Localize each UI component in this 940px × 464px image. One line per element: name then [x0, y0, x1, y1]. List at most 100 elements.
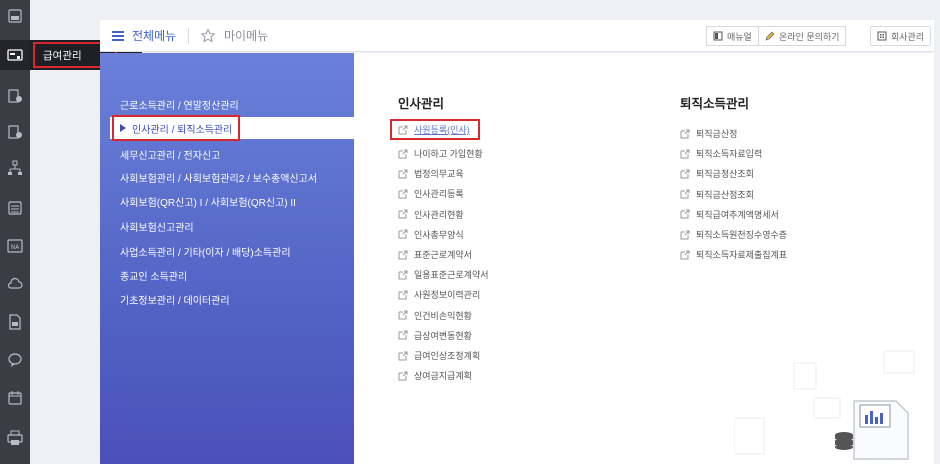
link-label: 인건비손익현황 [414, 310, 472, 321]
external-link-icon [398, 169, 408, 179]
link-label: 인사관리등록 [414, 189, 464, 200]
category-item[interactable]: 사회보험(QR신고) I / 사회보험(QR신고) II [120, 194, 296, 209]
external-link-icon [398, 209, 408, 219]
external-link-icon [680, 149, 690, 159]
link-label: 급여인상조정계획 [414, 351, 481, 361]
hr-link-item[interactable]: 법정의무교육 [398, 167, 464, 180]
selected-highlight: 인사관리 / 퇴직소득관리 [112, 115, 241, 141]
link-label: 법정의무교육 [414, 169, 464, 180]
category-item[interactable]: 근로소득관리 / 연말정산관리 [120, 97, 239, 112]
doc-tax-icon[interactable] [5, 312, 25, 332]
retire-link-item[interactable]: 퇴직소득원천징수영수증 [680, 228, 787, 241]
link-label: 표준근로계약서 [414, 250, 472, 260]
hr-link-item[interactable]: 일용표준근로계약서 [398, 268, 489, 281]
link-label: 퇴직소득자료입력 [696, 149, 763, 160]
hr-link-item[interactable]: 인사관리현황 [398, 208, 464, 221]
doc-settings-icon[interactable] [5, 86, 25, 106]
tab-my-menu[interactable]: 마이메뉴 [200, 20, 268, 51]
menu-icon [112, 30, 124, 41]
hr-column-title: 인사관리 [398, 97, 445, 111]
category-panel: 근로소득관리 / 연말정산관리 인사관리 / 퇴직소득관리 세무신고관리 / 전… [100, 53, 354, 464]
retire-column-title: 퇴직소득관리 [680, 97, 750, 111]
link-label: 인사총무양식 [414, 229, 464, 240]
link-label: 나이하고 가입현황 [414, 149, 483, 159]
external-link-icon [398, 270, 408, 280]
external-link-icon [680, 129, 690, 138]
external-link-icon [398, 125, 408, 134]
retire-link-item[interactable]: 퇴직급여추계액명세서 [680, 208, 779, 221]
hr-link-item[interactable]: 나이하고 가입현황 [398, 147, 483, 160]
external-link-icon [398, 290, 408, 300]
link-label: 인사관리현황 [414, 209, 464, 220]
retire-link-item[interactable]: 퇴직소득자료입력 [680, 147, 762, 160]
hr-link-item[interactable]: 급상여변동현황 [398, 329, 472, 342]
hr-link-item[interactable]: 급여인상조정계획 [398, 349, 480, 362]
link-label: 사원정보이력관리 [414, 290, 481, 301]
category-item-selected[interactable]: 인사관리 / 퇴직소득관리 [110, 115, 354, 141]
decorative-illustration [734, 350, 915, 460]
category-item[interactable]: 종교인 소득관리 [120, 268, 187, 283]
manual-button-label: 매뉴얼 [727, 31, 752, 42]
tab-all-menu-label: 전체메뉴 [132, 29, 177, 43]
external-link-icon [398, 229, 408, 239]
doc-settings-2-icon[interactable] [5, 122, 25, 142]
svg-text:NA: NA [11, 244, 20, 251]
menu-content: 인사관리 퇴직소득관리 사원등록(인사) 나이하고 가입현황법정의무교육인사관리등… [354, 53, 934, 464]
category-item[interactable]: 사회보험관리 / 사회보험관리2 / 보수총액신고서 [120, 170, 317, 185]
payroll-icon[interactable] [0, 40, 30, 70]
calendar-icon[interactable] [5, 388, 25, 408]
external-link-icon [680, 209, 690, 219]
link-label: 퇴직금산정조회 [696, 189, 754, 200]
hr-link-item[interactable]: 인건비손익현황 [398, 309, 472, 322]
link-label: 퇴직소득원천징수영수증 [696, 230, 788, 240]
link-label: 상여금지급계획 [414, 371, 472, 382]
book-icon [713, 31, 723, 41]
cloud-icon[interactable] [5, 274, 25, 294]
top-header: 전체메뉴 마이메뉴 매뉴얼 온라인 문의하기 회사관리 [100, 20, 934, 52]
link-label: 퇴직소득자료제출집계표 [696, 250, 788, 261]
hr-link-item[interactable]: 인사관리등록 [398, 187, 464, 200]
manual-button[interactable]: 매뉴얼 [706, 26, 759, 46]
na-icon[interactable]: NA [5, 236, 25, 256]
org-chart-icon[interactable] [5, 158, 25, 178]
category-item[interactable]: 사회보험신고관리 [120, 219, 194, 234]
category-item[interactable]: 사업소득관리 / 기타(이자 / 배당)소득관리 [120, 244, 291, 259]
chat-icon[interactable] [5, 350, 25, 370]
retire-link-item[interactable]: 퇴직금정산조회 [680, 167, 754, 180]
external-link-icon [398, 371, 408, 381]
external-link-icon [398, 351, 408, 360]
external-link-icon [398, 250, 408, 259]
hr-link-item[interactable]: 사원정보이력관리 [398, 288, 480, 301]
external-link-icon [680, 250, 690, 260]
hr-link-item[interactable]: 인사총무양식 [398, 228, 464, 241]
id-card-icon[interactable] [5, 6, 25, 26]
link-label: 퇴직금산정 [696, 129, 738, 139]
link-label: 퇴직급여추계액명세서 [696, 209, 779, 220]
hr-link-item-highlighted[interactable]: 사원등록(인사) [390, 119, 480, 140]
company-button[interactable]: 회사관리 [870, 26, 932, 46]
external-link-icon [680, 189, 690, 199]
external-link-icon [398, 189, 408, 199]
external-link-icon [680, 230, 690, 239]
external-link-icon [398, 330, 408, 340]
category-item[interactable]: 기초정보관리 / 데이터관리 [120, 292, 230, 307]
external-link-icon [398, 149, 408, 158]
hr-link-item[interactable]: 표준근로계약서 [398, 248, 472, 261]
retire-link-item[interactable]: 퇴직금산정조회 [680, 188, 754, 201]
link-label: 급상여변동현황 [414, 330, 472, 341]
star-icon [200, 27, 216, 42]
triangle-icon [120, 124, 126, 132]
tab-divider [188, 28, 189, 44]
hr-link-item[interactable]: 상여금지급계획 [398, 369, 472, 382]
tab-my-menu-label: 마이메뉴 [224, 29, 269, 43]
link-label: 사원등록(인사) [414, 125, 470, 135]
category-item-label: 인사관리 / 퇴직소득관리 [132, 124, 233, 136]
retire-link-item[interactable]: 퇴직금산정 [680, 127, 737, 140]
printer-icon[interactable] [5, 428, 25, 448]
tab-all-menu[interactable]: 전체메뉴 [112, 20, 176, 51]
company-button-label: 회사관리 [891, 31, 925, 42]
calculator-icon[interactable] [5, 198, 25, 218]
inquiry-button[interactable]: 온라인 문의하기 [758, 26, 847, 46]
retire-link-item[interactable]: 퇴직소득자료제출집계표 [680, 248, 787, 261]
category-item[interactable]: 세무신고관리 / 전자신고 [120, 147, 220, 162]
